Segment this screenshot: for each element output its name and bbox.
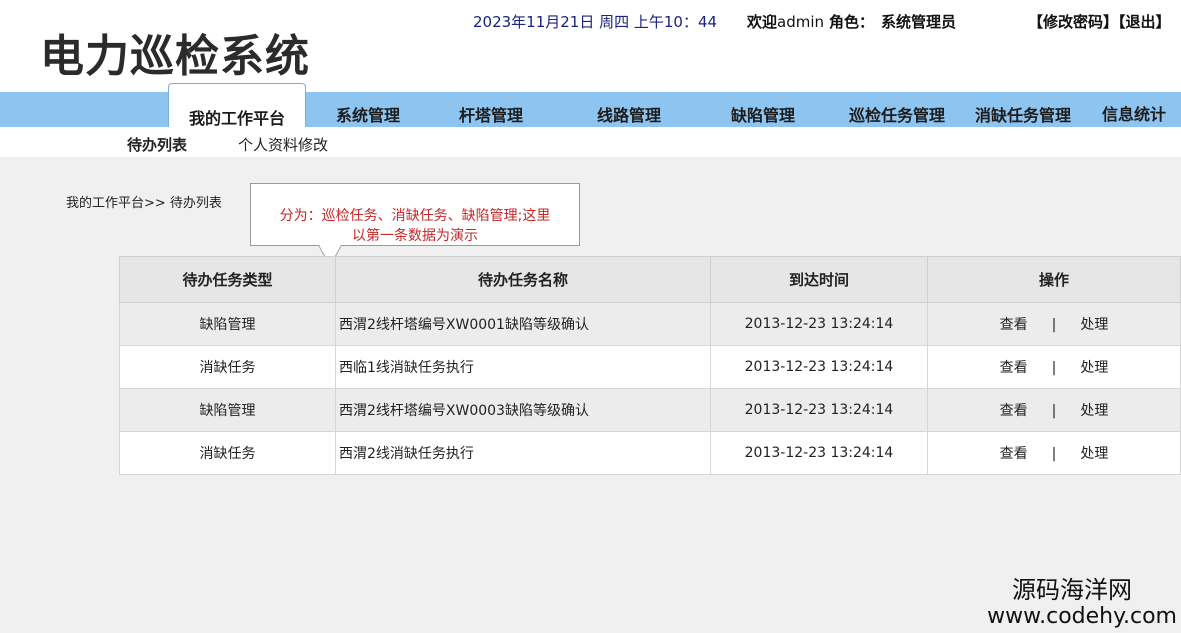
- watermark-line1: 源码海洋网: [1012, 576, 1132, 604]
- column-header-actions: 操作: [927, 256, 1181, 303]
- cell-name: 西渭2线杆塔编号XW0003缺陷等级确认: [335, 388, 711, 432]
- cell-actions: 查看 | 处理: [927, 431, 1181, 475]
- app-title: 电力巡检系统: [40, 31, 310, 82]
- role-value: 系统管理员: [881, 13, 957, 31]
- table-header-row: 待办任务类型 待办任务名称 到达时间 操作: [119, 256, 1181, 303]
- column-header-time: 到达时间: [710, 256, 928, 303]
- top-links: 【修改密码】【退出】: [1028, 11, 1171, 32]
- process-link[interactable]: 处理: [1080, 446, 1108, 462]
- cell-type: 消缺任务: [119, 345, 336, 389]
- cell-time: 2013-12-23 13:24:14: [710, 345, 928, 389]
- cell-type: 缺陷管理: [119, 388, 336, 432]
- datetime-display: 2023年11月21日 周四 上午10：44: [473, 13, 718, 31]
- action-separator: |: [1051, 317, 1057, 333]
- logout-link[interactable]: 【退出】: [1118, 13, 1171, 31]
- view-link[interactable]: 查看: [1000, 446, 1028, 462]
- table-row: 缺陷管理 西渭2线杆塔编号XW0001缺陷等级确认 2013-12-23 13:…: [119, 302, 1181, 346]
- cell-type: 缺陷管理: [119, 302, 336, 346]
- cell-actions: 查看 | 处理: [927, 302, 1181, 346]
- nav-tab-tower[interactable]: 杆塔管理: [459, 102, 523, 126]
- cell-time: 2013-12-23 13:24:14: [710, 388, 928, 432]
- table-row: 消缺任务 西临1线消缺任务执行 2013-12-23 13:24:14 查看 | 处…: [119, 345, 1181, 389]
- view-link[interactable]: 查看: [1000, 317, 1028, 333]
- nav-tab-defect[interactable]: 缺陷管理: [731, 102, 795, 126]
- column-header-type: 待办任务类型: [119, 256, 336, 303]
- annotation-callout: 分为：巡检任务、消缺任务、缺陷管理;这里 以第一条数据为演示: [250, 183, 580, 246]
- nav-tab-workbench[interactable]: 我的工作平台: [168, 83, 306, 128]
- nav-tab-line[interactable]: 线路管理: [597, 102, 661, 126]
- action-separator: |: [1051, 446, 1057, 462]
- cell-time: 2013-12-23 13:24:14: [710, 431, 928, 475]
- username: admin: [777, 13, 825, 31]
- todo-table: 待办任务类型 待办任务名称 到达时间 操作 缺陷管理 西渭2线杆塔编号XW000…: [119, 256, 1181, 475]
- cell-actions: 查看 | 处理: [927, 345, 1181, 389]
- callout-line2: 以第一条数据为演示: [352, 228, 478, 244]
- watermark: 源码海洋网 www.codehy.com: [987, 576, 1177, 630]
- table-row: 缺陷管理 西渭2线杆塔编号XW0003缺陷等级确认 2013-12-23 13:…: [119, 388, 1181, 432]
- cell-name: 西渭2线消缺任务执行: [335, 431, 711, 475]
- process-link[interactable]: 处理: [1080, 403, 1108, 419]
- action-separator: |: [1051, 360, 1057, 376]
- view-link[interactable]: 查看: [1000, 403, 1028, 419]
- subnav-profile-edit[interactable]: 个人资料修改: [238, 134, 328, 155]
- nav-tab-system[interactable]: 系统管理: [336, 102, 400, 126]
- cell-time: 2013-12-23 13:24:14: [710, 302, 928, 346]
- welcome-text: 欢迎admin: [747, 11, 824, 32]
- action-separator: |: [1051, 403, 1057, 419]
- cell-name: 西临1线消缺任务执行: [335, 345, 711, 389]
- column-header-name: 待办任务名称: [335, 256, 711, 303]
- cell-name: 西渭2线杆塔编号XW0001缺陷等级确认: [335, 302, 711, 346]
- breadcrumb: 我的工作平台>> 待办列表: [66, 196, 222, 211]
- cell-type: 消缺任务: [119, 431, 336, 475]
- callout-line1: 分为：巡检任务、消缺任务、缺陷管理;这里: [279, 208, 551, 224]
- cell-actions: 查看 | 处理: [927, 388, 1181, 432]
- view-link[interactable]: 查看: [1000, 360, 1028, 376]
- process-link[interactable]: 处理: [1080, 317, 1108, 333]
- role-label: 角色：: [829, 13, 875, 31]
- subnav-todo-list[interactable]: 待办列表: [127, 134, 187, 155]
- watermark-line2: www.codehy.com: [987, 604, 1177, 629]
- nav-tab-inspection-task[interactable]: 巡检任务管理: [849, 102, 945, 126]
- welcome-prefix: 欢迎: [747, 13, 778, 31]
- process-link[interactable]: 处理: [1080, 360, 1108, 376]
- nav-tab-statistics[interactable]: 信息统计: [1102, 101, 1166, 125]
- table-row: 消缺任务 西渭2线消缺任务执行 2013-12-23 13:24:14 查看 | 处…: [119, 431, 1181, 475]
- nav-tab-elimination-task[interactable]: 消缺任务管理: [975, 102, 1071, 126]
- change-password-link[interactable]: 【修改密码】: [1028, 13, 1118, 31]
